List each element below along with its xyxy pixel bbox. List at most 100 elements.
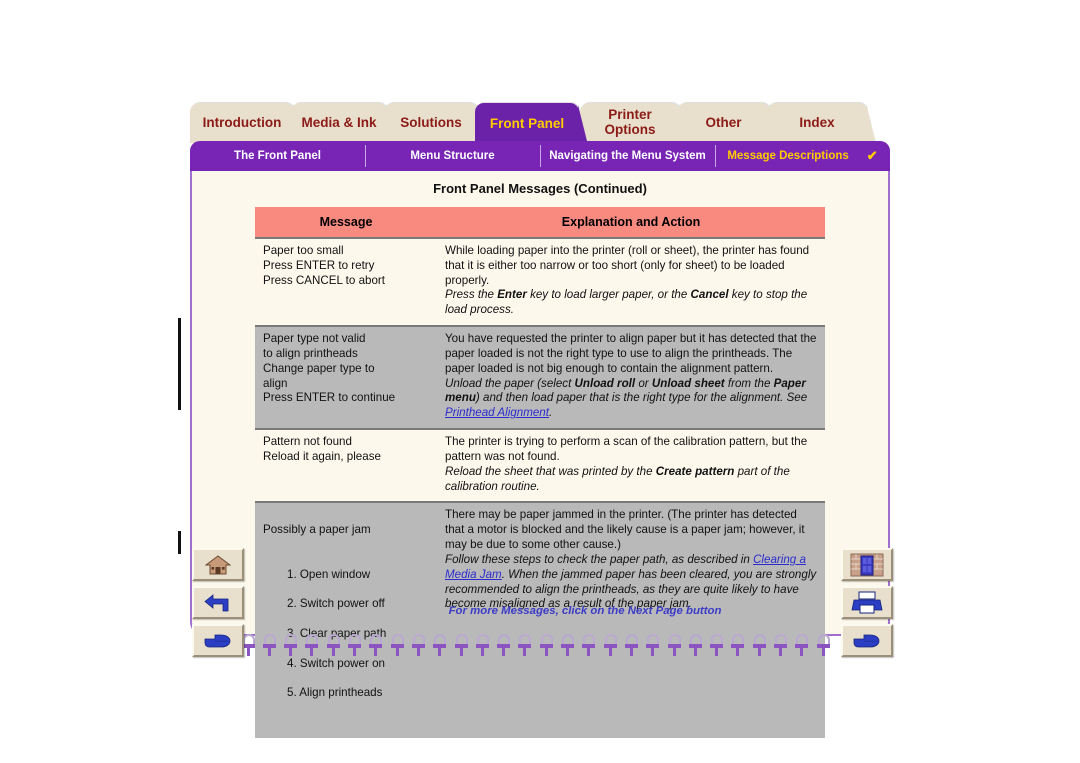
spiral-coil — [558, 634, 579, 656]
spiral-coil — [388, 634, 409, 656]
spiral-coil — [601, 634, 622, 656]
cell-message-title: Possibly a paper jam — [263, 523, 371, 537]
subnav-item-the-front-panel[interactable]: The Front Panel — [190, 141, 365, 171]
home-button[interactable] — [192, 548, 244, 581]
spiral-coil — [665, 634, 686, 656]
tab-label: Front Panel — [489, 115, 565, 131]
spiral-coil — [260, 634, 281, 656]
spiral-coil — [409, 634, 430, 656]
explanation-plain: While loading paper into the printer (ro… — [445, 244, 810, 287]
spiral-coil — [494, 634, 515, 656]
print-button[interactable] — [841, 586, 893, 619]
left-button-column — [192, 548, 244, 662]
tab-label: Introduction — [202, 114, 282, 130]
tab-label: Solutions — [400, 114, 462, 130]
exit-door-icon — [850, 553, 884, 576]
right-button-column — [841, 548, 893, 662]
next-page-button-right[interactable] — [841, 624, 893, 657]
tab-other[interactable]: Other — [677, 103, 770, 143]
page-content: Front Panel Messages (Continued) Message… — [190, 171, 890, 738]
list-item: Open window — [299, 567, 371, 581]
spiral-coil — [324, 634, 345, 656]
messages-table: Message Explanation and Action Paper too… — [255, 207, 825, 738]
column-header-message: Message — [255, 207, 437, 239]
next-page-button[interactable] — [192, 624, 244, 657]
top-tab-bar: Introduction Media & Ink Solutions Front… — [190, 103, 890, 145]
explanation-italic: . — [548, 406, 553, 420]
table-header-row: Message Explanation and Action — [255, 207, 825, 239]
list-item: Switch power on — [299, 656, 385, 670]
spiral-coil — [281, 634, 302, 656]
explanation-plain: The printer is trying to perform a scan … — [445, 435, 808, 463]
cell-explanation: While loading paper into the printer (ro… — [437, 238, 825, 328]
cell-message: Paper type not valid to align printheads… — [255, 326, 437, 431]
subnav-label: The Front Panel — [234, 150, 321, 162]
cell-explanation: You have requested the printer to align … — [437, 326, 825, 431]
spiral-coil — [430, 634, 451, 656]
explanation-bold: Enter — [497, 288, 527, 302]
tab-label-line2: Options — [604, 122, 656, 137]
back-button[interactable] — [192, 586, 244, 619]
spiral-coil — [579, 634, 600, 656]
spiral-coil — [302, 634, 323, 656]
explanation-bold: Create pattern — [655, 464, 735, 478]
tab-introduction[interactable]: Introduction — [190, 103, 294, 143]
explanation-italic: Unload the paper (select — [445, 376, 575, 390]
spiral-coil — [707, 634, 728, 656]
cell-message: Paper too small Press ENTER to retry Pre… — [255, 238, 437, 328]
explanation-bold: Unload roll — [574, 376, 636, 390]
change-bar — [178, 318, 181, 410]
column-header-explanation: Explanation and Action — [437, 207, 825, 239]
tab-media-and-ink[interactable]: Media & Ink — [291, 103, 387, 143]
spiral-coil — [643, 634, 664, 656]
document-viewer: Introduction Media & Ink Solutions Front… — [0, 0, 1080, 763]
footnote-next-page: For more Messages, click on the Next Pag… — [448, 605, 722, 617]
explanation-italic: or — [635, 376, 652, 390]
table-row: Possibly a paper jam Open window Switch … — [255, 502, 825, 738]
forward-hand-icon — [853, 634, 880, 647]
forward-hand-icon — [204, 634, 231, 647]
explanation-italic: Follow these steps to check the paper pa… — [445, 552, 754, 566]
subnav-label: Message Descriptions — [727, 150, 849, 162]
home-icon — [205, 554, 231, 574]
tab-solutions[interactable]: Solutions — [384, 103, 478, 143]
tab-printer-options[interactable]: Printer Options — [580, 103, 680, 143]
explanation-italic: ) and then load paper that is the right … — [475, 391, 808, 405]
explanation-plain: You have requested the printer to align … — [445, 332, 817, 375]
subnav-label: Menu Structure — [410, 150, 495, 162]
spiral-coil — [473, 634, 494, 656]
spiral-coil — [366, 634, 387, 656]
tab-front-panel[interactable]: Front Panel — [475, 103, 579, 145]
page-title: Front Panel Messages (Continued) — [433, 181, 647, 196]
spiral-coil — [452, 634, 473, 656]
explanation-bold: Unload sheet — [651, 376, 725, 390]
cell-message: Possibly a paper jam Open window Switch … — [255, 502, 437, 738]
tab-label: Index — [799, 114, 835, 130]
explanation-bold: Cancel — [690, 288, 729, 302]
explanation-plain: There may be paper jammed in the printer… — [445, 508, 805, 552]
change-bar — [178, 531, 181, 554]
subnav-item-message-descriptions[interactable]: Message Descriptions ✔ — [715, 141, 890, 171]
subnav-item-navigating-the-menu-system[interactable]: Navigating the Menu System — [540, 141, 715, 171]
cell-message: Pattern not found Reload it again, pleas… — [255, 429, 437, 504]
spiral-coil — [622, 634, 643, 656]
spiral-coil — [728, 634, 749, 656]
spiral-coil — [792, 634, 813, 656]
exit-button[interactable] — [841, 548, 893, 581]
subnav-item-menu-structure[interactable]: Menu Structure — [365, 141, 540, 171]
tab-index[interactable]: Index — [767, 103, 867, 143]
spiral-coil — [515, 634, 536, 656]
spiral-binding — [196, 634, 836, 656]
link-printhead-alignment[interactable]: Printhead Alignment — [445, 406, 549, 419]
explanation-italic: Reload the sheet that was printed by the — [445, 464, 656, 478]
spiral-coil — [345, 634, 366, 656]
spiral-coil — [537, 634, 558, 656]
spiral-coil — [814, 634, 835, 656]
tab-label: Other — [705, 114, 742, 130]
sub-navigation-bar: The Front Panel Menu Structure Navigatin… — [190, 141, 890, 171]
table-row: Pattern not found Reload it again, pleas… — [255, 429, 825, 504]
list-item: Align printheads — [299, 686, 383, 700]
tab-label-line1: Printer — [608, 107, 652, 123]
tab-label: Media & Ink — [301, 114, 377, 130]
spiral-coil — [686, 634, 707, 656]
